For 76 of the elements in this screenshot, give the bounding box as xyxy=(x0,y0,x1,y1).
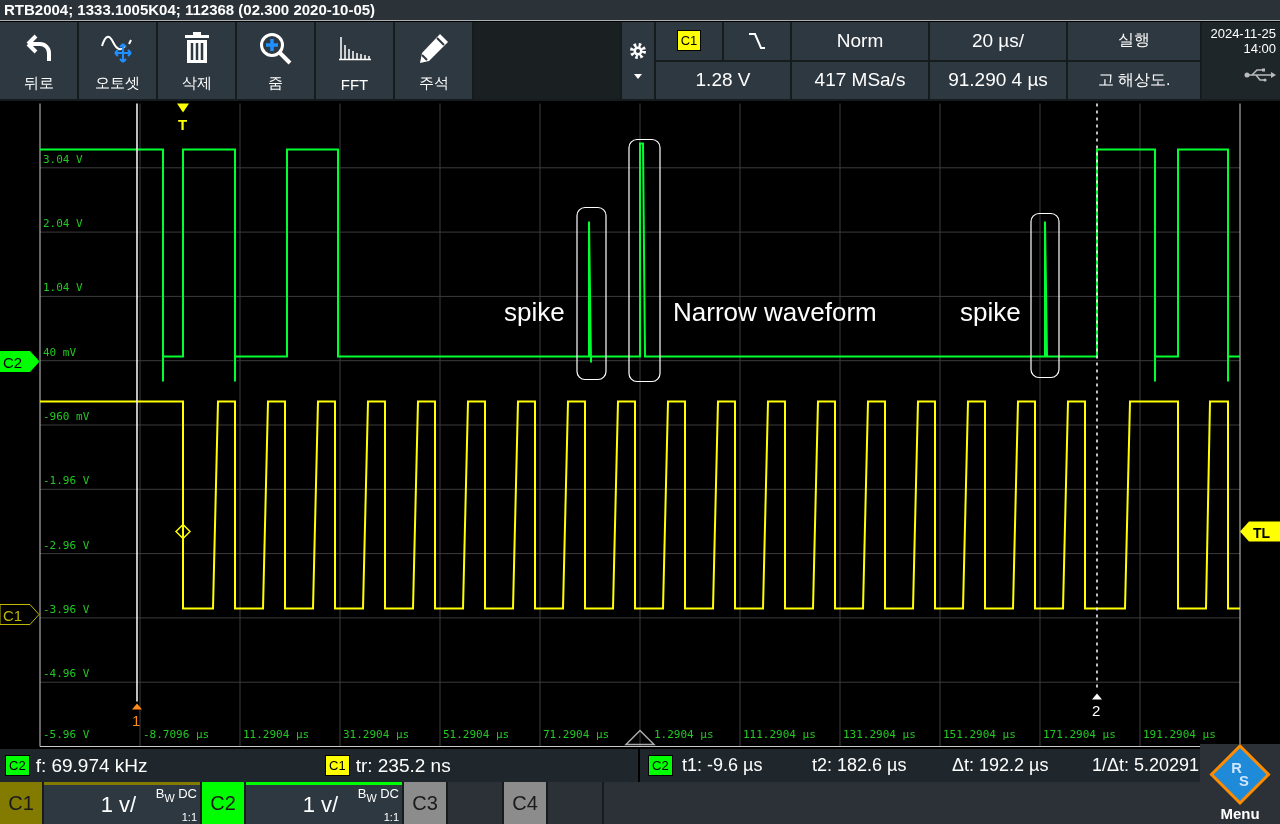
axis-label: -2.96 V xyxy=(43,538,90,552)
sample-rate: 417 MSa/s xyxy=(792,61,928,99)
trigger-level: 1.28 V xyxy=(656,61,790,99)
coupling-label: B$_{W}$ DC xyxy=(155,786,197,804)
toolbar-button[interactable]: 주석 xyxy=(395,22,472,99)
probe-ratio: 1:1 xyxy=(181,811,197,823)
date: 2024-11-25 xyxy=(1210,26,1276,41)
logo: R S xyxy=(1209,744,1271,805)
spectrum-icon xyxy=(338,35,371,61)
trigger-level-marker[interactable]: TL xyxy=(1240,521,1280,542)
channel-badge: C1 xyxy=(325,755,350,776)
annotation-text: spike xyxy=(960,296,1021,327)
axis-label: 2.04 V xyxy=(43,217,83,231)
annotation-text: Narrow waveform xyxy=(673,296,877,327)
axis-label: -8.7096 µs xyxy=(143,727,210,741)
measurement-value: f: 69.974 kHz xyxy=(35,754,148,777)
axis-label: -3.96 V xyxy=(43,602,90,616)
trigger-source: C1 xyxy=(676,30,702,52)
measurement-value: tr: 235.2 ns xyxy=(355,754,451,777)
channel-tab[interactable]: C2 xyxy=(202,782,244,824)
axis-label: 40 mV xyxy=(43,345,77,359)
run-state: 실행 xyxy=(1068,22,1200,60)
channel-tab[interactable]: C3 xyxy=(404,782,446,824)
channel-panel[interactable]: 1 v/ B$_{W}$ DC 1:1 xyxy=(44,782,200,824)
settings-icon[interactable] xyxy=(629,42,647,60)
usb-icon xyxy=(1244,68,1276,82)
caret-icon[interactable] xyxy=(634,74,642,79)
channel-badge: C2 xyxy=(648,755,673,776)
toolbar-button[interactable]: 뒤로 xyxy=(0,22,77,99)
zoom-in-icon xyxy=(259,31,292,65)
trash-icon xyxy=(183,32,210,64)
axis-label: 1.2904 µs xyxy=(654,727,714,741)
axis-label: 71.2904 µs xyxy=(543,727,610,741)
axis-label: 3.04 V xyxy=(43,152,83,166)
vertical-scale: 1 v/ xyxy=(100,792,137,818)
timebase: 20 µs/ xyxy=(930,22,1066,60)
axis-label: 191.2904 µs xyxy=(1143,727,1216,741)
axis-label: 1.04 V xyxy=(43,281,83,295)
axis-label: -960 mV xyxy=(43,410,90,423)
window-title: RTB2004; 1333.1005K04; 112368 (02.300 2020-10-05) xyxy=(0,0,1280,21)
vertical-scale: 1 v/ xyxy=(302,792,339,818)
coupling-label: B$_{W}$ DC xyxy=(357,786,399,804)
axis-label: -1.96 V xyxy=(43,474,90,488)
time: 14:00 xyxy=(1243,41,1276,56)
cursor-value: 1/Δt: 5.20291 xyxy=(1092,755,1201,776)
falling-edge-icon xyxy=(748,31,766,50)
axis-label: -4.96 V xyxy=(43,667,90,681)
axis-label: 11.2904 µs xyxy=(243,727,310,741)
axis-label: 171.2904 µs xyxy=(1043,727,1116,741)
channel-panel[interactable]: 1 v/ B$_{W}$ DC 1:1 xyxy=(246,782,402,824)
axis-label: 51.2904 µs xyxy=(443,727,510,741)
probe-ratio: 1:1 xyxy=(383,811,399,823)
axis-label: 151.2904 µs xyxy=(943,727,1016,741)
toolbar-button[interactable]: FFT xyxy=(316,22,393,99)
horizontal-position: 91.290 4 µs xyxy=(930,61,1066,99)
diamond-icon xyxy=(174,523,192,540)
channel-badge: C2 xyxy=(5,755,30,776)
trigger-mode: Norm xyxy=(792,22,928,60)
toolbar-button[interactable]: 삭제 xyxy=(158,22,235,99)
axis-label: 111.2904 µs xyxy=(743,727,816,741)
axis-label: -5.96 V xyxy=(43,727,90,741)
axis-label: 31.2904 µs xyxy=(343,727,410,741)
toolbar-button[interactable]: 오토셋 xyxy=(79,22,156,99)
pencil-icon xyxy=(417,32,450,64)
annotation-text: spike xyxy=(504,296,565,327)
channel-marker[interactable]: C2 xyxy=(0,351,40,372)
axis-label: 131.2904 µs xyxy=(843,727,916,741)
channel-marker[interactable]: C1 xyxy=(0,604,40,625)
position-marker-icon xyxy=(624,729,656,746)
cursor-value: t2: 182.6 µs xyxy=(812,755,908,776)
cursor-value: Δt: 192.2 µs xyxy=(952,755,1050,776)
cursor-value: t1: -9.6 µs xyxy=(682,755,764,776)
acquisition-mode: 고 해상도. xyxy=(1068,61,1200,99)
channel-tab[interactable]: C4 xyxy=(504,782,546,824)
toolbar-button[interactable]: 줌 xyxy=(237,22,314,99)
channel-tab[interactable]: C1 xyxy=(0,782,42,824)
